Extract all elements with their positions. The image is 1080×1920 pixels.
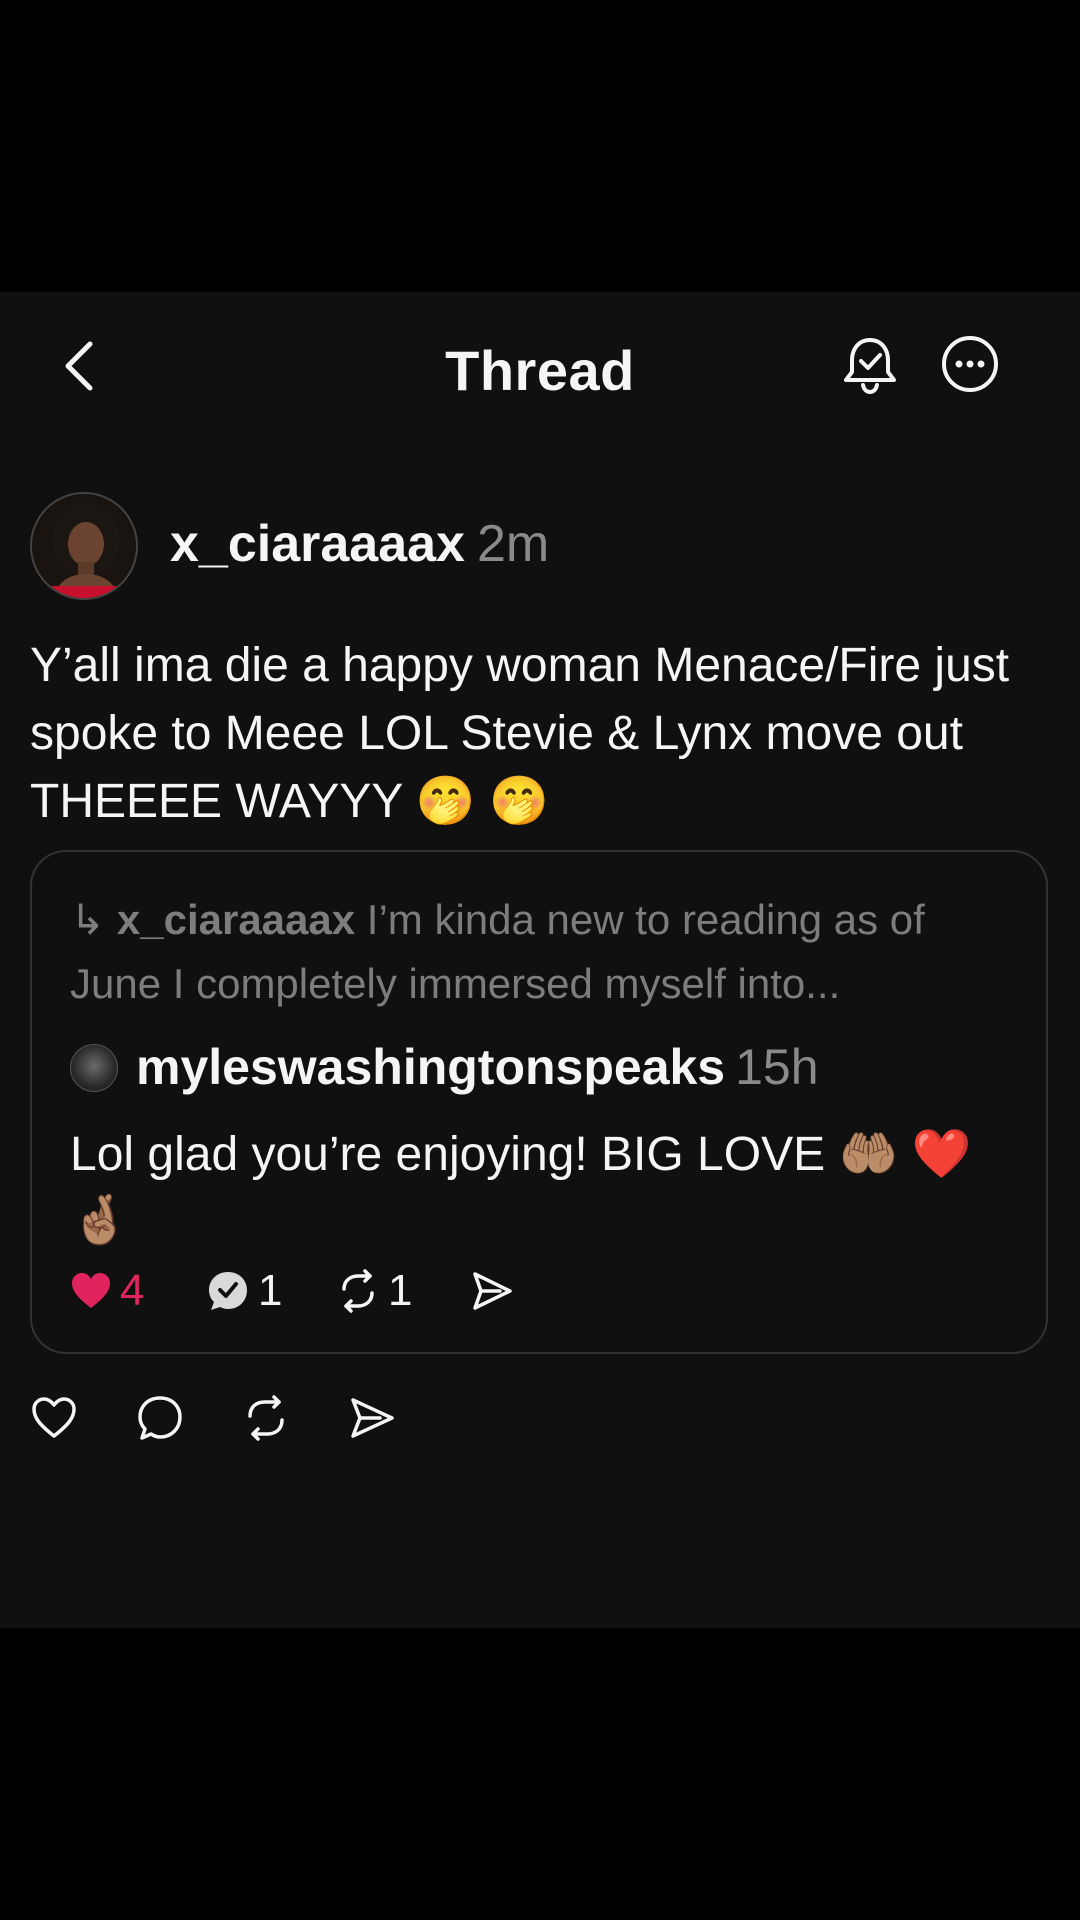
quote-reply-button[interactable]: 1 bbox=[206, 1266, 282, 1316]
quote-username[interactable]: myleswashingtonspeaks bbox=[136, 1039, 725, 1095]
quote-user-row: myleswashingtonspeaks 15h bbox=[136, 1038, 819, 1096]
post-actions bbox=[30, 1394, 430, 1444]
more-horizontal-icon bbox=[942, 336, 998, 392]
page-title: Thread bbox=[445, 339, 635, 402]
thread-screen: Thread x_ciaraaaax 2m Y’all ima die a ha… bbox=[0, 292, 1080, 1628]
quote-repost-button[interactable]: 1 bbox=[336, 1266, 412, 1316]
quote-reply-count: 1 bbox=[258, 1266, 283, 1315]
comment-icon bbox=[138, 1396, 182, 1440]
post-text: Y’all ima die a happy woman Menace/Fire … bbox=[30, 639, 1010, 828]
quote-text: Lol glad you’re enjoying! BIG LOVE 🤲🏽 ❤️… bbox=[70, 1128, 972, 1247]
post-time: 2m bbox=[476, 515, 550, 573]
share-button[interactable] bbox=[348, 1394, 396, 1442]
reply-arrow-icon: ↳ bbox=[70, 896, 106, 943]
send-icon bbox=[351, 1398, 394, 1438]
reply-context: ↳ x_ciaraaaax I’m kinda new to reading a… bbox=[70, 888, 1010, 1016]
reply-to-username[interactable]: x_ciaraaaax bbox=[117, 896, 355, 943]
comment-check-icon bbox=[209, 1272, 247, 1310]
post-header: x_ciaraaaax 2m bbox=[30, 492, 1050, 604]
quote-like-count: 4 bbox=[120, 1266, 145, 1315]
main-post: x_ciaraaaax 2m Y’all ima die a happy woma… bbox=[30, 492, 1050, 836]
send-icon bbox=[473, 1272, 512, 1310]
post-user-row: x_ciaraaaax 2m bbox=[170, 514, 549, 574]
quote-repost-count: 1 bbox=[388, 1266, 413, 1315]
quote-avatar[interactable] bbox=[70, 1044, 118, 1092]
quote-header: myleswashingtonspeaks 15h bbox=[70, 1038, 1010, 1098]
reply-button[interactable] bbox=[136, 1394, 184, 1442]
notify-button[interactable] bbox=[840, 334, 900, 396]
more-options-button[interactable] bbox=[940, 334, 1000, 394]
quote-time: 15h bbox=[735, 1039, 819, 1095]
quote-share-button[interactable] bbox=[470, 1266, 514, 1316]
quote-like-button[interactable]: 4 bbox=[70, 1266, 144, 1316]
like-button[interactable] bbox=[30, 1394, 78, 1442]
heart-icon bbox=[32, 1397, 76, 1438]
repost-icon bbox=[342, 1269, 374, 1313]
avatar[interactable] bbox=[30, 492, 138, 600]
quoted-reply-card[interactable]: ↳ x_ciaraaaax I’m kinda new to reading a… bbox=[30, 850, 1048, 1354]
quote-actions: 4 1 1 bbox=[70, 1266, 670, 1316]
bell-check-icon bbox=[844, 338, 896, 395]
post-username[interactable]: x_ciaraaaax bbox=[170, 515, 465, 573]
avatar-image bbox=[32, 494, 136, 598]
repost-button[interactable] bbox=[242, 1394, 290, 1442]
repost-icon bbox=[248, 1395, 284, 1441]
heart-filled-icon bbox=[72, 1273, 110, 1308]
top-bar: Thread bbox=[0, 292, 1080, 452]
